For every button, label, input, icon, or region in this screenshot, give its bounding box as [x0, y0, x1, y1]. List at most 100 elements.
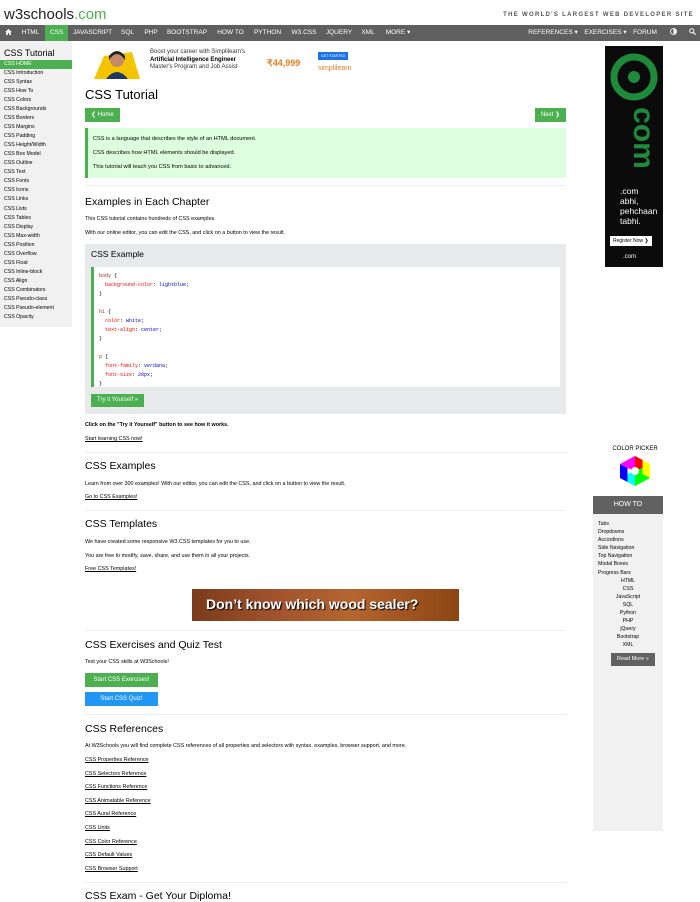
start-exercises-button[interactable]: Start CSS Exercises!	[85, 673, 158, 687]
sidebar-item[interactable]: CSS Pseudo-element	[0, 304, 72, 313]
css-examples-link[interactable]: Go to CSS Examples!	[85, 494, 137, 500]
sidebar-item[interactable]: CSS Padding	[0, 132, 72, 141]
reference-link[interactable]: CSS Browser Support	[85, 866, 138, 872]
sidebar-item[interactable]: CSS Borders	[0, 114, 72, 123]
nav-javascript[interactable]: JAVASCRIPT	[69, 25, 116, 41]
reference-link[interactable]: CSS Units	[85, 825, 110, 831]
sidebar-item[interactable]: CSS HOME	[0, 60, 72, 70]
sidebar-item[interactable]: CSS Backgrounds	[0, 105, 72, 114]
start-quiz-button[interactable]: Start CSS Quiz!	[85, 692, 158, 706]
howto-language-link[interactable]: CSS	[593, 585, 663, 593]
nav-xml[interactable]: XML	[357, 25, 379, 41]
nav-exercises[interactable]: EXERCISES ▾	[583, 25, 628, 41]
search-button[interactable]	[684, 25, 700, 41]
code-token: color	[99, 318, 121, 324]
nav-css[interactable]: CSS	[45, 25, 68, 41]
howto-link[interactable]: Accordions	[593, 536, 663, 544]
sidebar-item[interactable]: CSS Fonts	[0, 177, 72, 186]
wood-sealer-ad[interactable]: Don’t know which wood sealer?	[192, 589, 459, 621]
sidebar-item[interactable]: CSS Inline-block	[0, 268, 72, 277]
reference-link[interactable]: CSS Properties Reference	[85, 757, 149, 763]
howto-link[interactable]: Progress Bars	[593, 569, 663, 577]
sidebar-item[interactable]: CSS Pseudo-class	[0, 295, 72, 304]
reference-link[interactable]: CSS Aural Reference	[85, 811, 136, 817]
sidebar-item[interactable]: CSS Introduction	[0, 69, 72, 78]
howto-language-link[interactable]: JavaScript	[593, 593, 663, 601]
nav-php[interactable]: PHP	[140, 25, 162, 41]
sidebar-item[interactable]: CSS Lists	[0, 205, 72, 214]
try-it-yourself-button[interactable]: Try it Yourself »	[91, 394, 145, 407]
divider	[85, 630, 566, 631]
howto-language-link[interactable]: Python	[593, 609, 663, 617]
top-banner-ad[interactable]: Boost your career with Simplilearn's Art…	[90, 46, 355, 80]
howto-language-link[interactable]: XML	[593, 641, 663, 649]
sidebar-item[interactable]: CSS Margins	[0, 123, 72, 132]
howto-link[interactable]: Modal Boxes	[593, 560, 663, 568]
sidebar-item[interactable]: CSS Display	[0, 223, 72, 232]
nav-jquery[interactable]: JQUERY	[322, 25, 356, 41]
right-side-ad[interactable]: com .com abhi, pehchaan tabhi. Register …	[605, 46, 663, 267]
sidebar-item[interactable]: CSS Tables	[0, 214, 72, 223]
sidebar-item[interactable]: CSS Height/Width	[0, 141, 72, 150]
code-token: center;	[138, 327, 163, 333]
reference-link[interactable]: CSS Default Values	[85, 852, 132, 858]
nav-sql[interactable]: SQL	[117, 25, 138, 41]
contrast-icon	[669, 28, 677, 35]
howto-language-link[interactable]: PHP	[593, 617, 663, 625]
sidebar-item[interactable]: CSS Align	[0, 277, 72, 286]
nav-bootstrap[interactable]: BOOTSTRAP	[164, 25, 210, 41]
templates-link[interactable]: Free CSS Templates!	[85, 566, 136, 572]
logo-suffix: .com	[74, 6, 107, 23]
color-wheel-icon[interactable]	[620, 456, 650, 486]
theme-toggle-button[interactable]	[665, 25, 681, 41]
read-more-button[interactable]: Read More »	[611, 653, 655, 666]
code-token: verdana;	[141, 363, 169, 369]
sidebar-item[interactable]: CSS Box Model	[0, 150, 72, 159]
howto-language-link[interactable]: HTML	[593, 577, 663, 585]
nav-forum[interactable]: FORUM	[632, 25, 658, 41]
reference-link[interactable]: CSS Color Reference	[85, 839, 137, 845]
sidebar-item[interactable]: CSS Colors	[0, 96, 72, 105]
sidebar-item[interactable]: CSS Syntax	[0, 78, 72, 87]
sidebar-item[interactable]: CSS Overflow	[0, 250, 72, 259]
howto-link[interactable]: Top Navigation	[593, 552, 663, 560]
sidebar-item[interactable]: CSS Position	[0, 241, 72, 250]
nav-w3css[interactable]: W3.CSS	[287, 25, 321, 41]
search-icon	[688, 28, 696, 36]
sidebar-item[interactable]: CSS How To	[0, 87, 72, 96]
howto-link[interactable]: Dropdowns	[593, 528, 663, 536]
register-now-button[interactable]: Register Now ❯	[610, 236, 652, 246]
sidebar-item[interactable]: CSS Max-width	[0, 232, 72, 241]
code-line: }	[99, 336, 102, 342]
ad-get-started-button[interactable]: GET STARTED	[318, 52, 349, 60]
next-button[interactable]: Next ❯	[534, 108, 566, 122]
sidebar-item[interactable]: CSS Links	[0, 195, 72, 204]
w3schools-logo[interactable]: w3schools.com	[4, 6, 107, 23]
nav-python[interactable]: PYTHON	[250, 25, 285, 41]
nav-more[interactable]: MORE ▾	[381, 25, 415, 41]
nav-howto[interactable]: HOW TO	[212, 25, 249, 41]
sidebar-item[interactable]: CSS Outline	[0, 159, 72, 168]
references-text: At W3Schools you will find complete CSS …	[85, 743, 407, 749]
howto-language-link[interactable]: jQuery	[593, 625, 663, 633]
home-button[interactable]: ❮ Home	[85, 108, 120, 122]
sidebar-item[interactable]: CSS Combinators	[0, 286, 72, 295]
sidebar-item[interactable]: CSS Float	[0, 259, 72, 268]
reference-link[interactable]: CSS Selectors Reference	[85, 771, 146, 777]
howto-link[interactable]: Side Navigation	[593, 544, 663, 552]
divider	[85, 714, 566, 715]
sidebar-item[interactable]: CSS Opacity	[0, 313, 72, 322]
sidebar-links: CSS HOME CSS Introduction CSS Syntax CSS Ho…	[0, 60, 72, 322]
nav-references[interactable]: REFERENCES ▾	[528, 25, 578, 41]
howto-language-link[interactable]: SQL	[593, 601, 663, 609]
sidebar-item[interactable]: CSS Text	[0, 168, 72, 177]
home-nav-button[interactable]	[0, 25, 16, 41]
reference-link[interactable]: CSS Functions Reference	[85, 784, 147, 790]
howto-link[interactable]: Tabs	[593, 520, 663, 528]
examples-heading: Examples in Each Chapter	[85, 196, 210, 208]
reference-link[interactable]: CSS Animatable Reference	[85, 798, 151, 804]
nav-html[interactable]: HTML	[17, 25, 44, 41]
howto-language-link[interactable]: Bootstrap	[593, 633, 663, 641]
start-learning-link[interactable]: Start learning CSS now!	[85, 436, 143, 442]
sidebar-item[interactable]: CSS Icons	[0, 186, 72, 195]
